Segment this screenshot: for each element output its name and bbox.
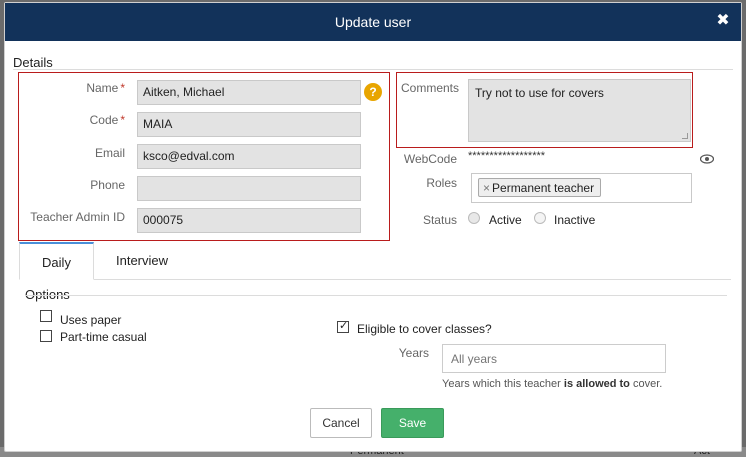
- dialog-header: Update user ✖: [5, 3, 741, 41]
- status-label: Status: [422, 213, 457, 227]
- name-input[interactable]: Aitken, Michael: [137, 80, 361, 105]
- code-input[interactable]: MAIA: [137, 112, 361, 137]
- details-section-title: Details: [13, 55, 53, 70]
- role-tag: × Permanent teacher: [478, 178, 602, 197]
- eligible-cover-checkbox[interactable]: ✓: [337, 320, 349, 333]
- tabs-bar: Daily Interview: [19, 242, 731, 280]
- status-inactive-label: Inactive: [554, 213, 596, 227]
- comments-textarea[interactable]: Try not to use for covers: [468, 79, 691, 142]
- roles-label: Roles: [426, 176, 457, 190]
- cancel-button[interactable]: Cancel: [310, 408, 372, 438]
- code-label: Code *: [89, 113, 125, 127]
- tab-daily[interactable]: Daily: [19, 242, 94, 280]
- comments-text: Try not to use for covers: [475, 86, 604, 100]
- eligible-cover-label: Eligible to cover classes?: [357, 322, 492, 336]
- options-divider: [25, 295, 727, 296]
- status-active-label: Active: [489, 213, 522, 227]
- part-time-casual-label: Part-time casual: [60, 330, 147, 344]
- years-hint: Years which this teacher is allowed to c…: [442, 378, 663, 390]
- uses-paper-label: Uses paper: [60, 313, 122, 327]
- close-icon[interactable]: ✖: [715, 13, 731, 29]
- help-icon[interactable]: ?: [364, 83, 382, 101]
- comments-label: Comments: [401, 81, 460, 95]
- save-button[interactable]: Save: [381, 408, 444, 438]
- teacher-admin-id-input[interactable]: 000075: [137, 208, 361, 233]
- checkmark-icon: ✓: [339, 320, 349, 332]
- roles-multiselect[interactable]: × Permanent teacher: [471, 173, 692, 203]
- resize-grip-icon[interactable]: [682, 133, 688, 139]
- part-time-casual-checkbox[interactable]: [40, 330, 52, 342]
- name-label: Name *: [86, 81, 125, 95]
- phone-input[interactable]: [137, 176, 361, 201]
- webcode-label: WebCode: [403, 152, 457, 166]
- uses-paper-checkbox[interactable]: [40, 310, 52, 322]
- years-input[interactable]: [442, 344, 666, 373]
- years-label: Years: [398, 346, 429, 360]
- webcode-value: ******************: [468, 150, 546, 162]
- teacher-admin-id-label: Teacher Admin ID: [30, 210, 125, 224]
- details-divider: [13, 69, 733, 70]
- phone-label: Phone: [90, 178, 125, 192]
- email-input[interactable]: ksco@edval.com: [137, 144, 361, 169]
- dialog-title: Update user: [334, 14, 412, 30]
- status-active-radio[interactable]: [468, 212, 480, 224]
- email-label: Email: [94, 146, 125, 160]
- eye-icon[interactable]: [700, 154, 714, 164]
- remove-tag-icon[interactable]: ×: [483, 181, 490, 195]
- status-inactive-radio[interactable]: [534, 212, 546, 224]
- tab-interview[interactable]: Interview: [97, 242, 187, 280]
- update-user-dialog: Update user ✖ Details Name * Aitken, Mich…: [4, 2, 742, 452]
